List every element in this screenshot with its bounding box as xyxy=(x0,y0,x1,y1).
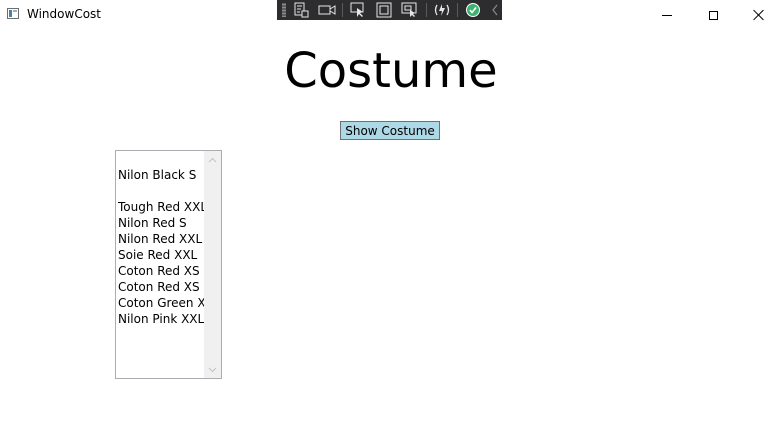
list-item[interactable] xyxy=(118,183,204,199)
record-icon[interactable] xyxy=(316,1,338,19)
track-focus-icon[interactable] xyxy=(399,1,421,19)
collapse-chevron-icon[interactable] xyxy=(488,1,502,19)
select-element-icon[interactable] xyxy=(347,1,369,19)
costume-listbox[interactable]: Nilon Black S Tough Red XXL Nilon Red S … xyxy=(115,150,222,379)
minimize-icon xyxy=(662,14,672,16)
list-item[interactable]: Tough Red XXL xyxy=(118,199,207,215)
toolbar-separator xyxy=(425,3,427,17)
page-heading: Costume xyxy=(284,43,498,99)
check-circle-icon xyxy=(466,3,481,17)
scroll-up-icon[interactable] xyxy=(204,151,221,168)
close-button[interactable] xyxy=(736,0,782,30)
vertical-scrollbar[interactable] xyxy=(204,151,221,378)
costume-list: Nilon Black S Tough Red XXL Nilon Red S … xyxy=(118,167,213,327)
maximize-button[interactable] xyxy=(690,0,736,30)
app-icon xyxy=(7,8,19,19)
list-item[interactable]: Soie Red XXL xyxy=(118,247,204,263)
hot-reload-icon[interactable] xyxy=(431,1,453,19)
list-item[interactable]: Coton Red XS xyxy=(118,263,204,279)
close-icon xyxy=(753,9,765,21)
show-costume-button[interactable]: Show Costume xyxy=(340,121,440,140)
toolbar-grip[interactable] xyxy=(282,3,286,17)
scroll-down-icon[interactable] xyxy=(204,361,221,378)
minimize-button[interactable] xyxy=(644,0,690,30)
window-title: WindowCost xyxy=(27,7,101,21)
list-item[interactable]: Nilon Red XXL xyxy=(118,231,204,247)
list-item[interactable]: Coton Green XS xyxy=(118,295,213,311)
debug-toolbar xyxy=(277,0,502,20)
display-layout-adorners-icon[interactable] xyxy=(373,1,395,19)
maximize-icon xyxy=(708,10,718,20)
toolbar-separator xyxy=(342,3,344,17)
list-item[interactable]: Coton Red XS xyxy=(118,279,204,295)
toolbar-separator xyxy=(457,3,459,17)
list-item[interactable]: Nilon Black S xyxy=(118,167,204,183)
live-visual-tree-icon[interactable] xyxy=(290,1,312,19)
app-window: WindowCost Costume Show Costume Nilon Bl… xyxy=(0,0,782,441)
check-icon[interactable] xyxy=(462,1,484,19)
list-item[interactable]: Nilon Pink XXL xyxy=(118,311,204,327)
list-item[interactable]: Nilon Red S xyxy=(118,215,204,231)
